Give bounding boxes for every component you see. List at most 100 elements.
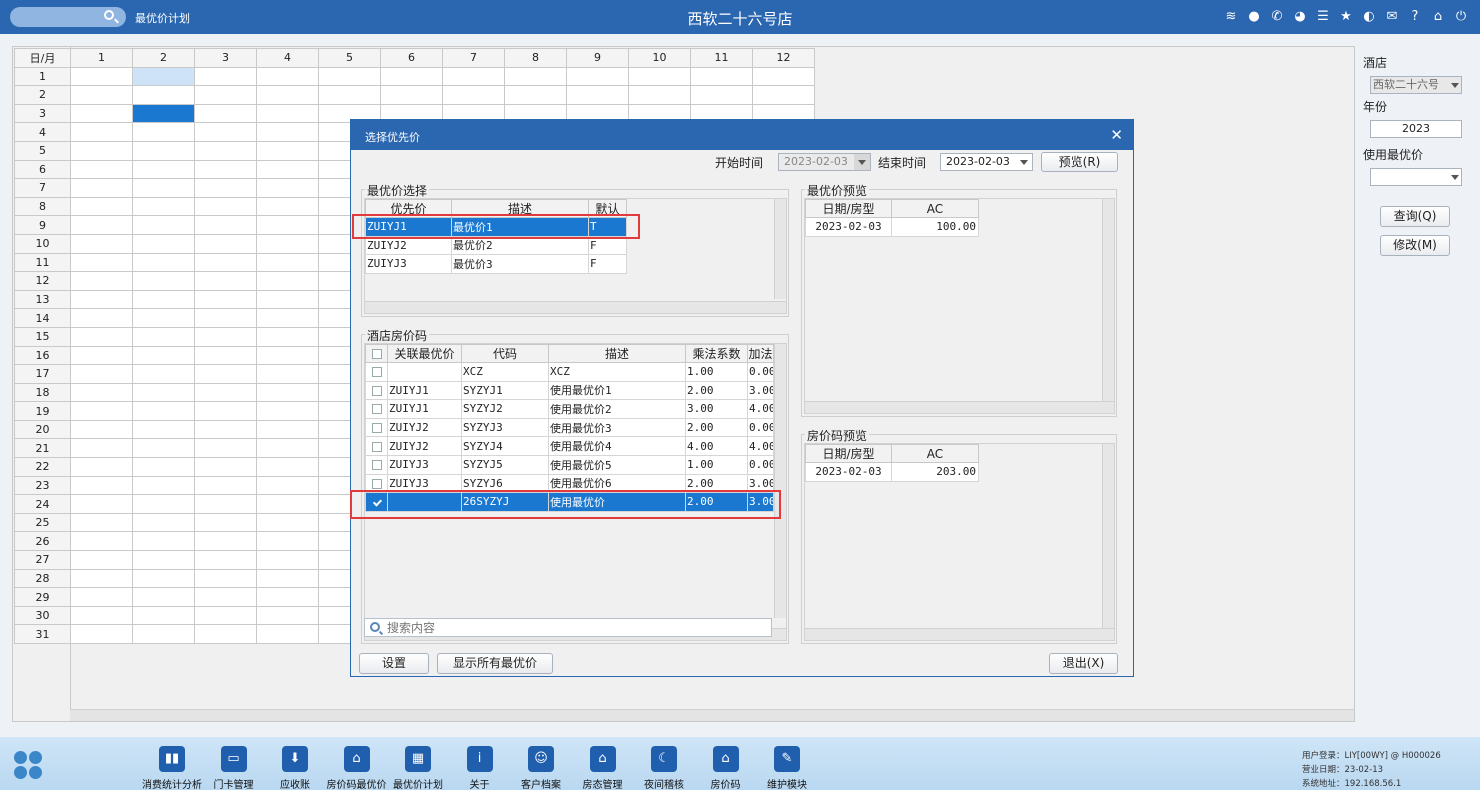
calendar-cell[interactable]	[194, 215, 257, 235]
end-time-picker[interactable]: 2023-02-03	[940, 153, 1033, 171]
month-header[interactable]: 4	[256, 48, 319, 68]
calendar-cell[interactable]	[752, 85, 815, 105]
calendar-cell[interactable]	[70, 568, 133, 589]
calendar-cell[interactable]	[132, 271, 195, 291]
checkbox[interactable]	[371, 367, 382, 378]
calendar-cell[interactable]	[690, 85, 753, 105]
horizontal-scrollbar[interactable]	[365, 301, 786, 313]
day-header[interactable]: 4	[14, 122, 71, 142]
row-checkbox-cell[interactable]	[365, 454, 388, 475]
checkbox[interactable]	[371, 385, 382, 396]
horizontal-scrollbar[interactable]	[805, 401, 1114, 413]
calendar-cell[interactable]	[194, 159, 257, 180]
calendar-cell[interactable]	[70, 326, 133, 347]
day-header[interactable]: 18	[14, 382, 71, 403]
day-header[interactable]: 14	[14, 308, 71, 328]
calendar-cell[interactable]	[628, 85, 691, 105]
day-header[interactable]: 11	[14, 252, 71, 273]
calendar-cell[interactable]	[70, 364, 133, 384]
calendar-cell[interactable]	[70, 252, 133, 273]
calendar-cell[interactable]	[256, 66, 319, 87]
calendar-cell[interactable]	[194, 605, 257, 626]
table-row[interactable]: ZUIYJ2 SYZYJ3 使用最优价3 2.00 0.00	[365, 417, 774, 438]
calendar-cell[interactable]	[70, 196, 133, 217]
calendar-cell[interactable]	[194, 624, 257, 644]
year-input[interactable]: 2023	[1370, 120, 1462, 138]
calendar-cell[interactable]	[442, 66, 505, 87]
calendar-cell[interactable]	[256, 494, 319, 514]
calendar-cell[interactable]	[194, 140, 257, 161]
checkbox[interactable]	[371, 423, 382, 434]
calendar-cell[interactable]	[132, 494, 195, 514]
calendar-cell[interactable]	[194, 364, 257, 384]
row-checkbox-cell[interactable]	[365, 417, 388, 438]
calendar-cell[interactable]	[256, 233, 319, 254]
calendar-cell[interactable]	[194, 438, 257, 459]
calendar-cell[interactable]	[70, 271, 133, 291]
calendar-cell[interactable]	[194, 531, 257, 552]
day-header[interactable]: 5	[14, 140, 71, 161]
month-header[interactable]: 9	[566, 48, 629, 68]
calendar-cell[interactable]	[256, 512, 319, 533]
calendar-cell[interactable]	[132, 308, 195, 328]
calendar-cell[interactable]	[132, 326, 195, 347]
calendar-cell[interactable]	[194, 233, 257, 254]
calendar-cell[interactable]	[70, 66, 133, 87]
calendar-cell[interactable]	[70, 289, 133, 310]
checkbox[interactable]	[371, 478, 382, 489]
day-header[interactable]: 20	[14, 419, 71, 440]
calendar-cell[interactable]	[194, 308, 257, 328]
search-box[interactable]	[364, 618, 772, 637]
day-header[interactable]: 31	[14, 624, 71, 644]
horizontal-scrollbar[interactable]	[805, 628, 1114, 640]
calendar-cell[interactable]	[132, 233, 195, 254]
calendar-cell[interactable]	[132, 364, 195, 384]
calendar-cell[interactable]	[70, 215, 133, 235]
select-all-checkbox[interactable]	[365, 344, 388, 363]
vertical-scrollbar[interactable]	[1102, 199, 1114, 401]
table-row[interactable]: 2023-02-03 203.00	[805, 462, 979, 482]
wifi-icon[interactable]: ≋	[1222, 8, 1240, 26]
calendar-cell[interactable]	[132, 103, 195, 124]
calendar-cell[interactable]	[132, 215, 195, 235]
calendar-cell[interactable]	[566, 85, 629, 105]
day-header[interactable]: 7	[14, 178, 71, 198]
calendar-cell[interactable]	[256, 308, 319, 328]
row-checkbox-cell[interactable]	[365, 436, 388, 456]
day-header[interactable]: 3	[14, 103, 71, 124]
calendar-cell[interactable]	[256, 289, 319, 310]
taskbar-item[interactable]: ☺ 客户档案	[506, 746, 576, 790]
checkbox[interactable]	[371, 460, 382, 471]
calendar-cell[interactable]	[256, 178, 319, 198]
calendar-cell[interactable]	[70, 401, 133, 421]
vertical-scrollbar[interactable]	[1102, 444, 1114, 628]
col-header[interactable]: 乘法系数	[685, 344, 748, 363]
best-price-select[interactable]	[1370, 168, 1462, 186]
calendar-cell[interactable]	[70, 233, 133, 254]
calendar-cell[interactable]	[194, 419, 257, 440]
calendar-cell[interactable]	[70, 122, 133, 142]
calendar-cell[interactable]	[256, 85, 319, 105]
calendar-cell[interactable]	[194, 326, 257, 347]
calendar-cell[interactable]	[132, 624, 195, 644]
calendar-cell[interactable]	[442, 85, 505, 105]
calendar-cell[interactable]	[256, 215, 319, 235]
calendar-cell[interactable]	[380, 85, 443, 105]
taskbar-item[interactable]: ⌂ 房价码最优价	[322, 746, 392, 790]
calendar-cell[interactable]	[70, 457, 133, 477]
calendar-cell[interactable]	[256, 196, 319, 217]
month-header[interactable]: 8	[504, 48, 567, 68]
day-header[interactable]: 6	[14, 159, 71, 180]
calendar-cell[interactable]	[194, 494, 257, 514]
star-icon[interactable]: ★	[1337, 8, 1355, 26]
checkbox[interactable]	[371, 404, 382, 415]
month-header[interactable]: 3	[194, 48, 257, 68]
taskbar-item[interactable]: ⌂ 房态管理	[568, 746, 638, 790]
calendar-cell[interactable]	[132, 605, 195, 626]
day-header[interactable]: 25	[14, 512, 71, 533]
chat-icon[interactable]: ●	[1245, 8, 1263, 26]
calendar-cell[interactable]	[194, 252, 257, 273]
calendar-cell[interactable]	[256, 531, 319, 552]
power-icon[interactable]: ⏻	[1452, 8, 1470, 26]
table-row[interactable]: ZUIYJ1 SYZYJ2 使用最优价2 3.00 4.00	[365, 399, 774, 419]
